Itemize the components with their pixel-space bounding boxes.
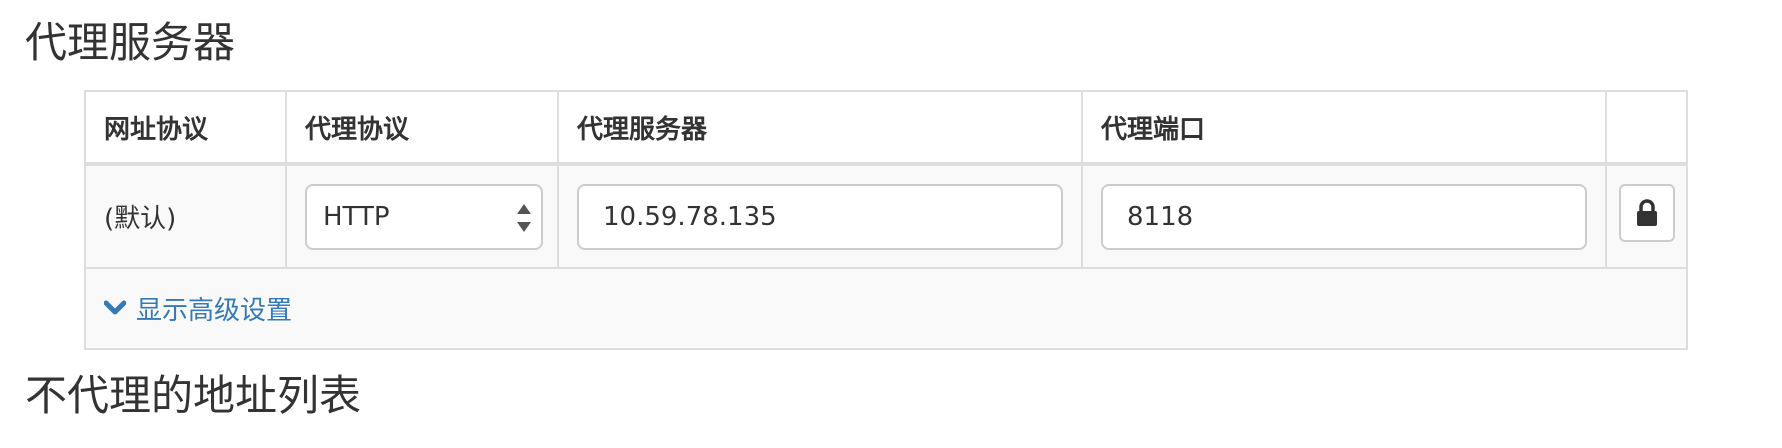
proxy-server-heading: 代理服务器: [25, 18, 236, 67]
header-proxy-scheme: 代理协议: [286, 92, 559, 164]
lock-cell: [1606, 164, 1686, 268]
proxy-port-cell: 8118: [1082, 164, 1607, 268]
url-scheme-cell: (默认): [86, 164, 287, 268]
header-proxy-host: 代理服务器: [558, 92, 1083, 164]
bypass-list-heading: 不代理的地址列表: [25, 371, 362, 420]
proxy-table: 网址协议 代理协议 代理服务器 代理端口 (默认) HTTP 10.59.78.…: [86, 92, 1686, 269]
proxy-host-input[interactable]: 10.59.78.135: [577, 183, 1063, 250]
header-proxy-port: 代理端口: [1082, 92, 1607, 164]
proxy-server-panel: 网址协议 代理协议 代理服务器 代理端口 (默认) HTTP 10.59.78.…: [84, 90, 1688, 350]
chevron-down-icon: [104, 300, 126, 315]
proxy-port-input[interactable]: 8118: [1101, 183, 1587, 250]
lock-button[interactable]: [1619, 184, 1675, 242]
proxy-host-cell: 10.59.78.135: [558, 164, 1083, 268]
proxy-scheme-select[interactable]: HTTP: [305, 183, 543, 250]
select-arrows-icon: [517, 203, 531, 232]
header-url-scheme: 网址协议: [86, 92, 287, 164]
show-advanced-settings-link[interactable]: 显示高级设置: [136, 290, 292, 327]
proxy-scheme-value: HTTP: [323, 201, 390, 232]
lock-icon: [1637, 199, 1657, 226]
header-actions: [1606, 92, 1686, 164]
show-advanced-settings-toggle[interactable]: 显示高级设置: [86, 269, 1686, 347]
table-header-row: 网址协议 代理协议 代理服务器 代理端口: [86, 92, 1686, 164]
table-row: (默认) HTTP 10.59.78.135 8118: [86, 164, 1686, 268]
proxy-scheme-cell: HTTP: [286, 164, 559, 268]
